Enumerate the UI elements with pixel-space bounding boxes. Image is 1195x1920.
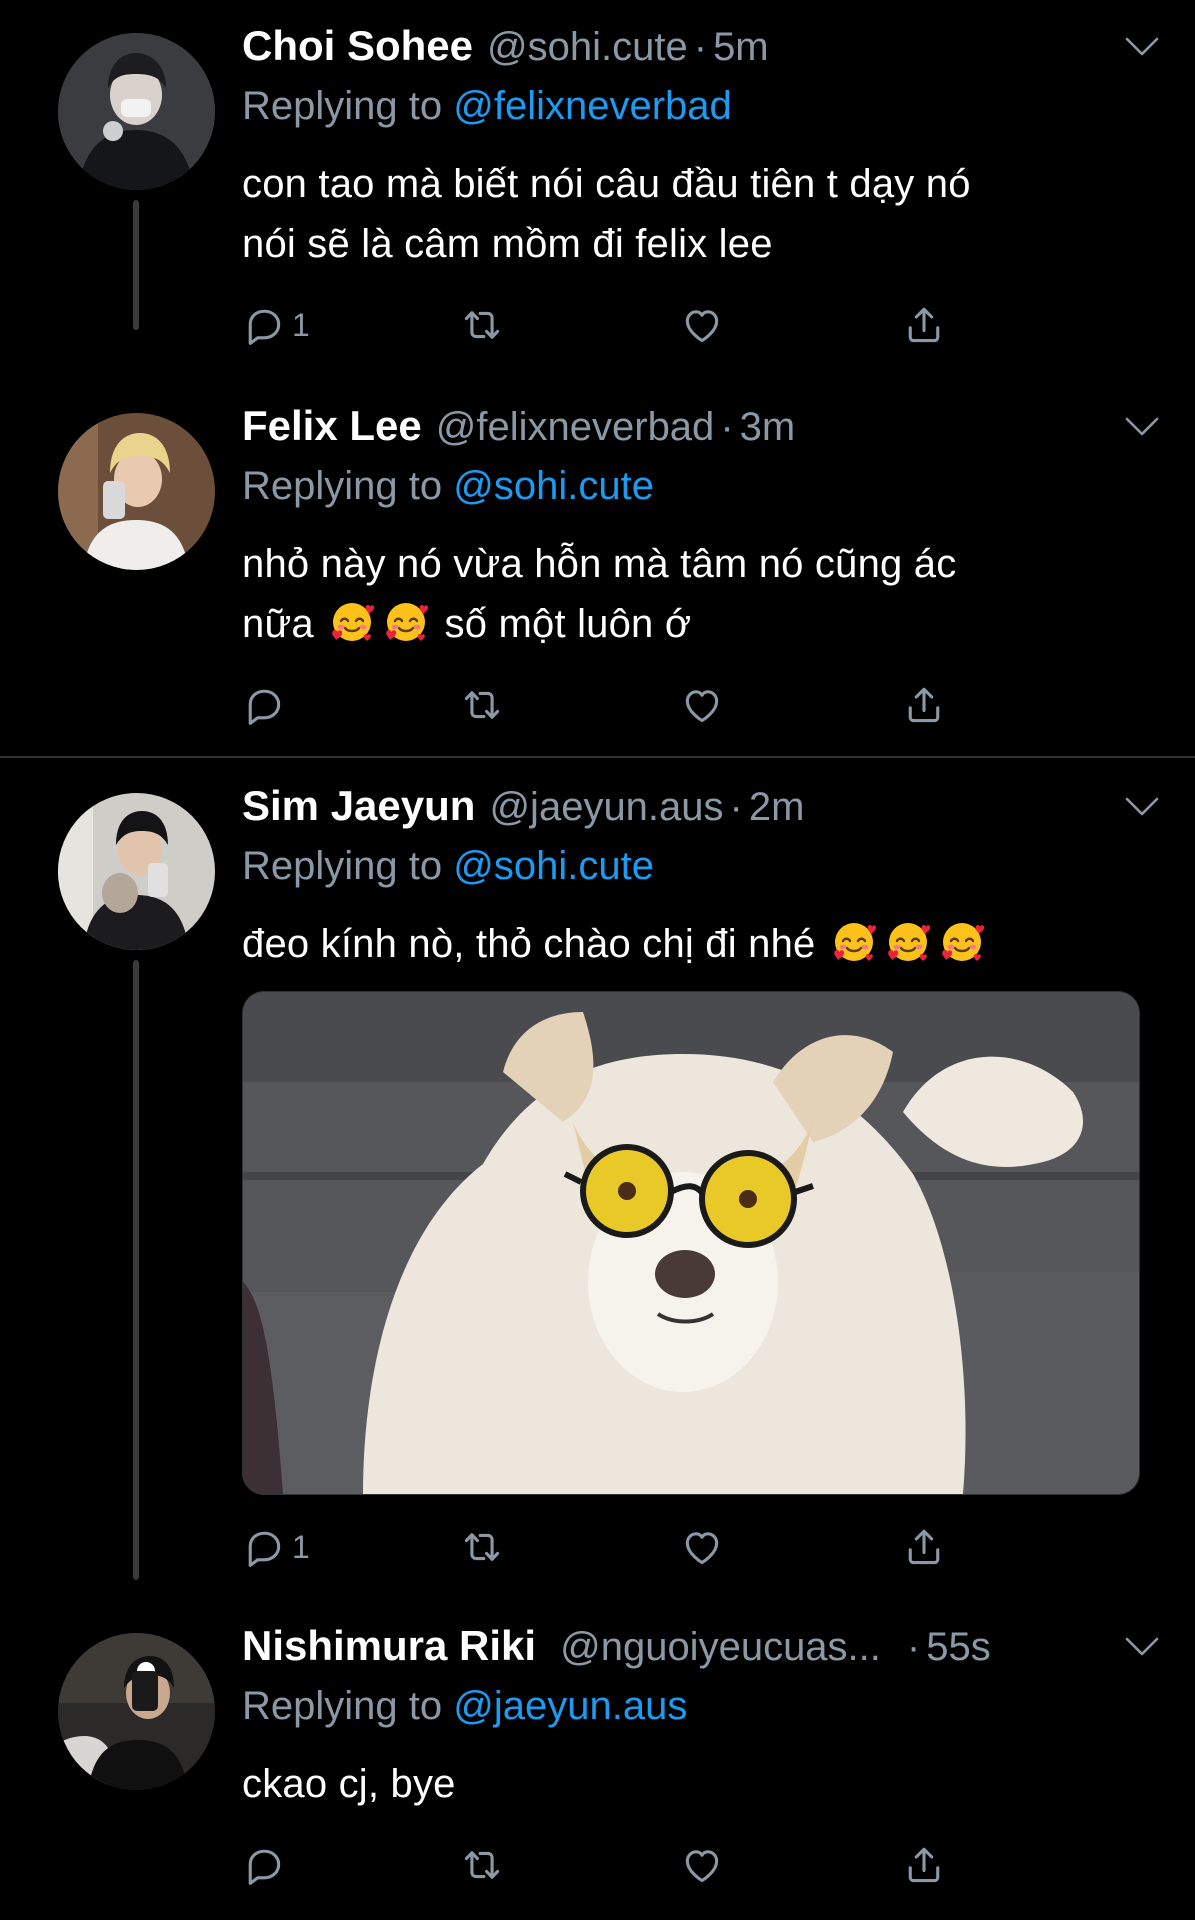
retweet-button[interactable] — [460, 1522, 504, 1572]
smiling-face-with-hearts-emoji — [328, 597, 376, 645]
retweet-button[interactable] — [460, 1840, 504, 1890]
mention-link[interactable]: @felixneverbad — [453, 84, 732, 128]
reply-button[interactable] — [242, 680, 292, 730]
heart-icon — [680, 1525, 724, 1569]
avatar-sim-jaeyun[interactable] — [58, 793, 215, 950]
tweet-text: nhỏ này nó vừa hỗn mà tâm nó cũng ác nữa… — [242, 542, 957, 646]
replying-to: Replying to @sohi.cute — [242, 464, 654, 508]
reply-button[interactable]: 1 — [242, 1522, 310, 1572]
separator-dot: · — [693, 25, 708, 69]
thread-connector — [133, 960, 139, 1580]
share-button[interactable] — [902, 300, 946, 350]
tweet-text: ckao cj, bye — [242, 1762, 456, 1806]
retweet-button[interactable] — [460, 300, 504, 350]
smiling-face-with-hearts-emoji — [938, 917, 986, 965]
replying-to: Replying to @sohi.cute — [242, 844, 654, 888]
tweet-1[interactable]: Choi Sohee @sohi.cute · 5m Replying to @fel… — [0, 0, 1195, 330]
share-icon — [902, 683, 946, 727]
like-button[interactable] — [680, 300, 724, 350]
chevron-down-icon[interactable] — [1125, 1636, 1159, 1658]
dog-photo-image — [243, 992, 1139, 1494]
tweet-header: Nishimura Riki @nguoiyeucuas... · 55s — [242, 1622, 1159, 1682]
reply-icon — [242, 683, 286, 727]
timestamp[interactable]: 5m — [713, 25, 769, 69]
display-name[interactable]: Choi Sohee — [242, 22, 473, 69]
replying-to: Replying to @felixneverbad — [242, 84, 732, 128]
smiling-face-with-hearts-emoji — [884, 917, 932, 965]
smiling-face-with-hearts-emoji — [382, 597, 430, 645]
separator-dot: · — [729, 785, 743, 829]
avatar-nishimura-riki[interactable] — [58, 1633, 215, 1790]
thread-connector — [133, 200, 139, 330]
share-button[interactable] — [902, 1840, 946, 1890]
reply-button[interactable]: 1 — [242, 300, 310, 350]
tweet-text: con tao mà biết nói câu đầu tiên t dạy n… — [242, 162, 971, 266]
mention-link[interactable]: @sohi.cute — [453, 464, 654, 508]
tweet-actions: 1 — [242, 1522, 962, 1572]
timestamp[interactable]: 3m — [740, 405, 796, 449]
share-button[interactable] — [902, 680, 946, 730]
tweet-2[interactable]: Felix Lee @felixneverbad · 3m Replying to @… — [0, 380, 1195, 750]
tweet-4[interactable]: Nishimura Riki @nguoiyeucuas... · 55s Reply… — [0, 1600, 1195, 1920]
display-name[interactable]: Felix Lee — [242, 402, 422, 449]
tweet-actions: 1 — [242, 300, 962, 350]
username[interactable]: @sohi.cute — [487, 25, 688, 69]
retweet-icon — [460, 303, 504, 347]
chevron-down-icon[interactable] — [1125, 416, 1159, 438]
reply-count: 1 — [292, 306, 310, 343]
smiling-face-with-hearts-emoji — [830, 917, 878, 965]
display-name[interactable]: Sim Jaeyun — [242, 782, 475, 829]
retweet-button[interactable] — [460, 680, 504, 730]
reply-icon — [242, 303, 286, 347]
tweet-header: Felix Lee @felixneverbad · 3m — [242, 402, 1159, 462]
tweet-header: Sim Jaeyun @jaeyun.aus · 2m — [242, 782, 1159, 842]
share-icon — [902, 303, 946, 347]
share-icon — [902, 1525, 946, 1569]
username[interactable]: @felixneverbad — [436, 405, 715, 449]
reply-icon — [242, 1525, 286, 1569]
tweet-3[interactable]: Sim Jaeyun @jaeyun.aus · 2m Replying to @so… — [0, 760, 1195, 1596]
separator-dot: · — [906, 1625, 921, 1669]
tweet-header: Choi Sohee @sohi.cute · 5m — [242, 22, 1159, 82]
replying-to: Replying to @jaeyun.aus — [242, 1684, 688, 1728]
share-button[interactable] — [902, 1522, 946, 1572]
avatar-choi-sohee[interactable] — [58, 33, 215, 190]
tweet-text: đeo kính nò, thỏ chào chị đi nhé — [242, 914, 1159, 974]
retweet-icon — [460, 1843, 504, 1887]
reply-count: 1 — [292, 1528, 310, 1565]
heart-icon — [680, 683, 724, 727]
timestamp[interactable]: 55s — [926, 1625, 991, 1669]
chevron-down-icon[interactable] — [1125, 36, 1159, 58]
retweet-icon — [460, 683, 504, 727]
display-name[interactable]: Nishimura Riki — [242, 1622, 536, 1669]
username[interactable]: @nguoiyeucuas... — [560, 1625, 881, 1669]
timestamp[interactable]: 2m — [749, 785, 805, 829]
mention-link[interactable]: @jaeyun.aus — [453, 1684, 687, 1728]
separator-dot: · — [720, 405, 734, 449]
like-button[interactable] — [680, 1522, 724, 1572]
tweet-divider — [0, 756, 1195, 758]
username[interactable]: @jaeyun.aus — [489, 785, 723, 829]
reply-icon — [242, 1843, 286, 1887]
heart-icon — [680, 303, 724, 347]
chevron-down-icon[interactable] — [1125, 796, 1159, 818]
share-icon — [902, 1843, 946, 1887]
tweet-actions — [242, 1840, 962, 1890]
like-button[interactable] — [680, 680, 724, 730]
heart-icon — [680, 1843, 724, 1887]
like-button[interactable] — [680, 1840, 724, 1890]
retweet-icon — [460, 1525, 504, 1569]
reply-button[interactable] — [242, 1840, 292, 1890]
tweet-photo[interactable] — [242, 991, 1140, 1495]
tweet-actions — [242, 680, 962, 730]
avatar-felix-lee[interactable] — [58, 413, 215, 570]
mention-link[interactable]: @sohi.cute — [453, 844, 654, 888]
